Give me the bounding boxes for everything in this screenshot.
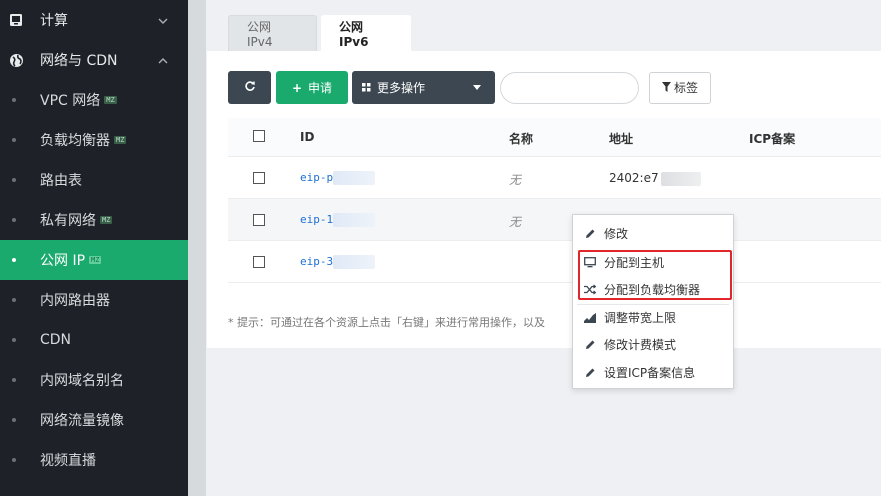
refresh-button[interactable] [228, 71, 271, 104]
sidebar-scroll-gutter [188, 0, 206, 496]
table-row[interactable]: eip-p 无 2402:e7 [228, 157, 881, 199]
sidebar-item-route-table[interactable]: 路由表 [0, 160, 188, 200]
plus-icon: + [291, 80, 303, 95]
table-row[interactable]: eip-3 [228, 241, 881, 283]
row-checkbox[interactable] [253, 256, 265, 268]
redacted-text [333, 213, 376, 227]
sidebar-item-label: VPC 网络 [40, 93, 101, 109]
sidebar-item-dns-alias[interactable]: 内网域名别名 [0, 360, 188, 400]
apply-button[interactable]: + 申请 [276, 71, 348, 104]
tab-ipv4[interactable]: 公网 IPv4 [228, 15, 317, 51]
sidebar-item-load-balancer[interactable]: 负载均衡器 MZ [0, 120, 188, 160]
sidebar-item-label: 路由表 [40, 173, 82, 189]
menu-item-label: 修改计费模式 [604, 337, 677, 352]
column-header-name[interactable]: 名称 [509, 130, 533, 147]
sidebar-item-cdn[interactable]: CDN [0, 320, 188, 360]
menu-item-set-icp[interactable]: 设置ICP备案信息 [573, 360, 733, 384]
bandwidth-chart-icon [584, 311, 596, 323]
apply-button-label: 申请 [308, 81, 333, 95]
multizone-badge: MZ [114, 136, 127, 144]
column-header-address[interactable]: 地址 [609, 130, 633, 147]
pencil-icon [584, 338, 596, 350]
sidebar-item-label: CDN [40, 332, 72, 348]
content-panel: + 申请 更多操作 标签 ID 名称 地址 ICP备案 eip-p 无 2402… [207, 51, 881, 348]
annotation-highlight-box [578, 250, 732, 300]
sidebar-item-traffic-mirror[interactable]: 网络流量镜像 [0, 400, 188, 440]
multizone-badge: MZ [100, 216, 113, 224]
sidebar-group-compute[interactable]: 计算 [0, 0, 188, 40]
column-header-icp[interactable]: ICP备案 [749, 130, 795, 147]
redacted-text [333, 255, 376, 269]
ip-id-link[interactable]: eip-p [300, 171, 376, 185]
ip-id-link[interactable]: eip-3 [300, 255, 376, 269]
column-header-id[interactable]: ID [300, 130, 314, 144]
tab-ipv6[interactable]: 公网 IPv6 [321, 15, 411, 51]
chevron-up-icon [158, 54, 168, 70]
multizone-badge: MZ [89, 256, 102, 264]
table-row[interactable]: eip-1 无 [228, 199, 881, 241]
sidebar-item-private-network[interactable]: 私有网络 MZ [0, 200, 188, 240]
refresh-icon [244, 80, 256, 95]
menu-item-label: 修改 [604, 226, 629, 241]
sidebar-item-label: 网络流量镜像 [40, 413, 124, 429]
redacted-text [333, 171, 376, 185]
multizone-badge: MZ [104, 96, 117, 104]
sidebar-item-label: 视频直播 [40, 453, 96, 469]
menu-item-modify[interactable]: 修改 [573, 221, 733, 245]
select-all-checkbox[interactable] [253, 130, 265, 142]
menu-item-label: 调整带宽上限 [604, 310, 677, 325]
filter-icon [661, 81, 671, 95]
menu-item-adjust-bandwidth[interactable]: 调整带宽上限 [573, 305, 733, 329]
tag-filter-label: 标签 [673, 81, 698, 95]
more-actions-label: 更多操作 [377, 81, 426, 95]
search-input[interactable] [500, 71, 639, 104]
toolbar: + 申请 更多操作 标签 [228, 71, 711, 104]
sidebar-item-vpc[interactable]: VPC 网络 MZ [0, 80, 188, 120]
tip-text: * 提示：可通过在各个资源上点击「右键」来进行常用操作，以及 [228, 316, 545, 329]
ip-id-link[interactable]: eip-1 [300, 213, 376, 227]
grid-icon [362, 81, 371, 95]
sidebar-item-label: 公网 IP [40, 253, 86, 269]
tag-filter-button[interactable]: 标签 [649, 71, 711, 104]
tab-bar: 公网 IPv4 公网 IPv6 [207, 0, 881, 51]
sidebar: 计算 网络与 CDN VPC 网络 MZ 负载均衡器 MZ 路由表 私有网络 MZ 公… [0, 0, 188, 496]
sidebar-item-label: 负载均衡器 [40, 133, 110, 149]
sidebar-group-network[interactable]: 网络与 CDN [0, 40, 188, 80]
sidebar-item-public-ip[interactable]: 公网 IP MZ [0, 240, 188, 280]
monitor-icon [8, 12, 24, 28]
row-checkbox[interactable] [253, 172, 265, 184]
sidebar-group-label: 计算 [40, 13, 68, 29]
sidebar-item-router[interactable]: 内网路由器 [0, 280, 188, 320]
ip-table: ID 名称 地址 ICP备案 eip-p 无 2402:e7 eip-1 无 e… [228, 118, 881, 283]
sidebar-item-label: 内网路由器 [40, 293, 110, 309]
more-actions-dropdown[interactable]: 更多操作 [352, 71, 495, 104]
sidebar-item-live-video[interactable]: 视频直播 [0, 440, 188, 480]
sidebar-group-label: 网络与 CDN [40, 53, 118, 69]
chevron-down-icon [158, 14, 168, 30]
menu-item-label: 设置ICP备案信息 [604, 365, 696, 380]
ip-address: 2402:e7 [609, 171, 701, 186]
main-content: 公网 IPv4 公网 IPv6 + 申请 更多操作 标签 ID 名称 地址 IC… [207, 0, 881, 496]
ip-name: 无 [509, 215, 522, 229]
sidebar-item-label: 私有网络 [40, 213, 96, 229]
redacted-text [660, 171, 701, 186]
context-menu: 修改 分配到主机 分配到负载均衡器 调整带宽上限 修改计费模式 设置ICP备案信… [572, 214, 734, 389]
caret-down-icon [473, 85, 481, 90]
pencil-icon [584, 227, 596, 239]
globe-icon [8, 52, 24, 68]
ip-name: 无 [509, 173, 522, 187]
table-header-row: ID 名称 地址 ICP备案 [228, 118, 881, 157]
menu-item-modify-billing[interactable]: 修改计费模式 [573, 332, 733, 356]
sidebar-item-label: 内网域名别名 [40, 373, 124, 389]
pencil-icon [584, 366, 596, 378]
row-checkbox[interactable] [253, 214, 265, 226]
